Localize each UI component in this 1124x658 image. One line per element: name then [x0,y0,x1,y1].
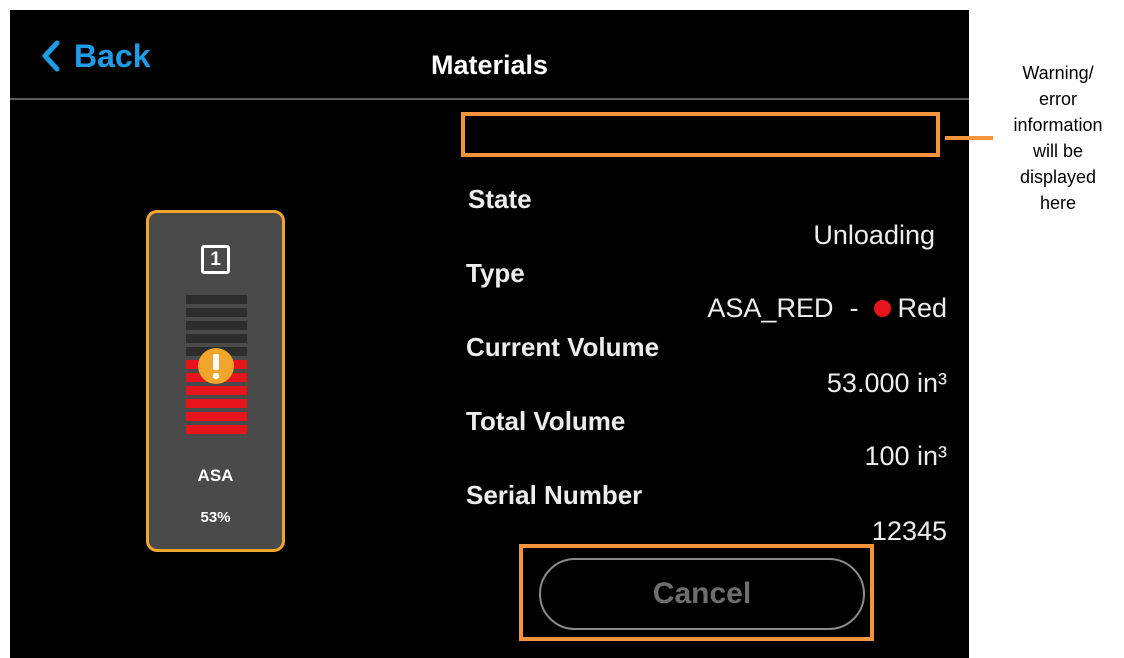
state-value: Unloading [813,220,935,250]
total-volume-label: Total Volume [466,406,626,436]
gauge-segment [186,321,247,330]
serial-number-label: Serial Number [466,480,643,510]
page-title: Materials [430,50,549,80]
gauge-segment [186,425,247,434]
current-volume-value: 53.000 in³ [826,368,947,398]
color-name: Red [897,293,947,323]
callout-connector-line [945,136,993,140]
gauge-segment [186,295,247,304]
type-value-row: ASA_RED - Red [707,293,947,324]
header-bar: Back Materials [10,10,969,100]
color-swatch-icon [874,300,892,317]
slot-number-badge: 1 [201,245,230,274]
callout-line: error [1038,89,1077,109]
gauge-segment [186,412,247,421]
serial-number-value: 12345 [871,516,947,546]
total-volume-value: 100 in³ [864,441,947,471]
material-level-percent: 53% [200,509,231,526]
type-separator: - [849,293,859,323]
callout-line: here [1039,193,1077,213]
cancel-button[interactable]: Cancel [539,558,865,630]
material-name: ASA [197,466,234,485]
material-cartridge-card[interactable]: 1 ASA 53% [146,210,285,552]
state-label: State [468,184,532,214]
callout-line: displayed [1019,167,1097,187]
device-screen: Back Materials 1 ASA 53% State Unloading… [10,10,969,658]
warning-callout-note: Warning/error information will be displayed… [998,60,1118,216]
gauge-segment [186,334,247,343]
callout-line: information [1013,115,1103,135]
gauge-segment [186,399,247,408]
warning-message-area [461,112,940,157]
warning-icon [197,347,235,385]
type-value: ASA_RED [707,293,834,323]
current-volume-label: Current Volume [466,332,660,362]
callout-line: Warning/ [1022,63,1094,83]
gauge-segment [186,308,247,317]
type-label: Type [466,258,525,288]
callout-line: will be [1032,141,1084,161]
gauge-segment [186,386,247,395]
